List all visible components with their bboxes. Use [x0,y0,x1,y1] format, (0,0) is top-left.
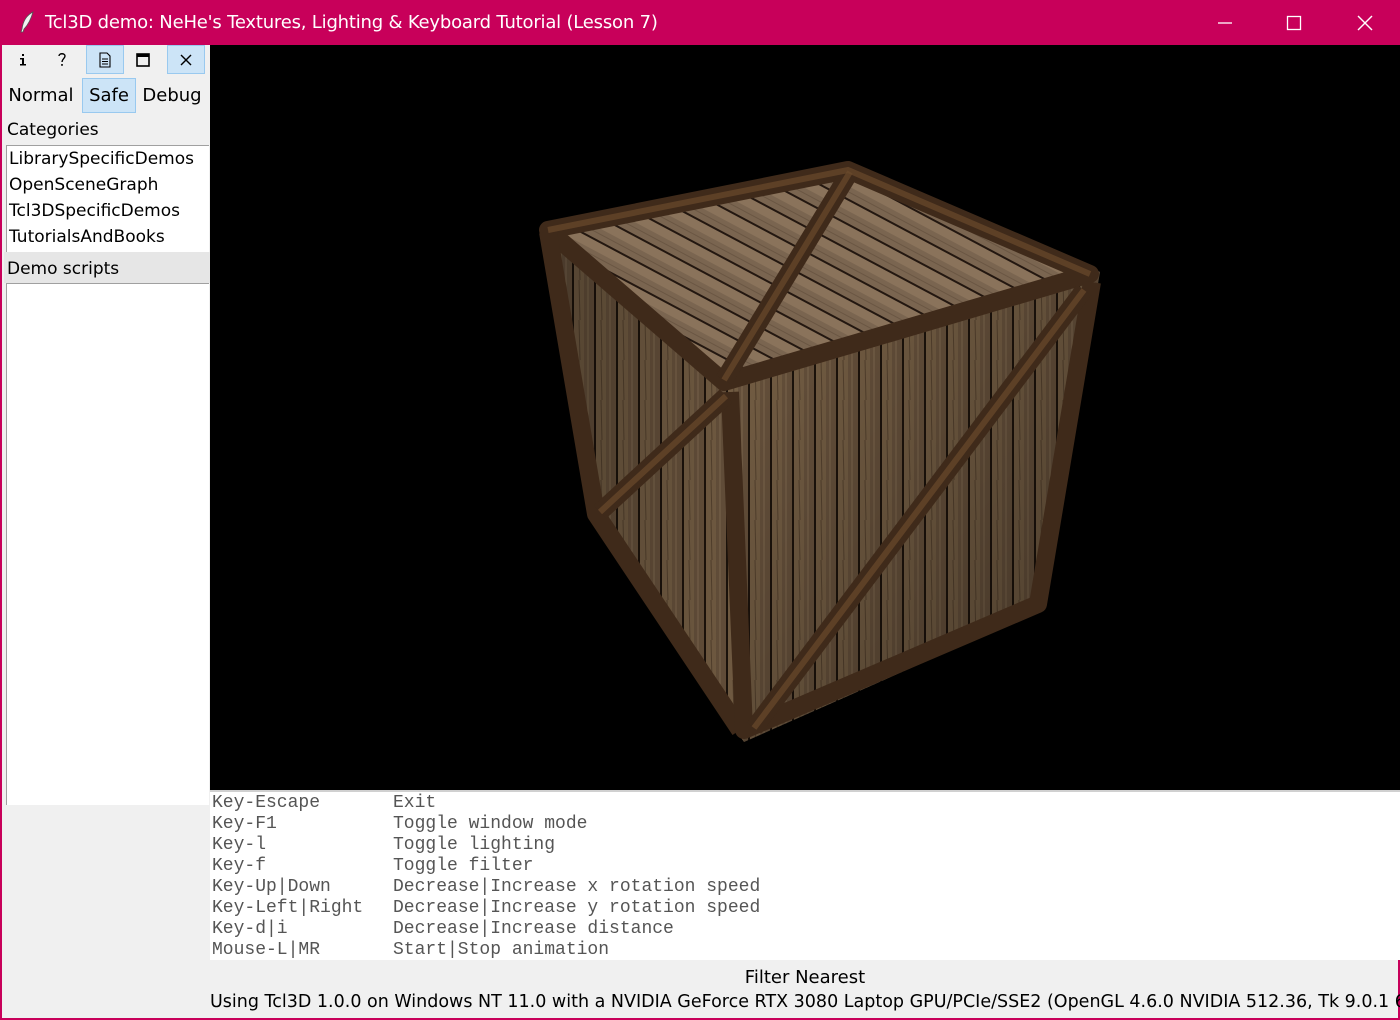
feather-icon [20,11,34,33]
window-mode-button[interactable] [124,45,162,74]
key-name: Key-F1 [212,814,277,834]
key-bindings-panel[interactable]: Key-Escape Exit Key-F1 Toggle window mode … [210,790,1400,960]
maximize-icon [1286,15,1302,30]
mode-debug-button[interactable]: Debug [136,78,208,113]
document-button[interactable] [86,45,124,74]
key-name: Key-Left|Right [212,898,364,918]
toolbar [4,45,210,75]
minimize-icon [1218,21,1232,24]
categories-list[interactable]: LibrarySpecificDemos OpenSceneGraph Tcl3… [6,145,209,252]
key-description: Toggle lighting [393,835,556,855]
sidebar: Normal Safe Debug Categories LibrarySpec… [4,45,210,1018]
opengl-viewport[interactable] [210,45,1400,790]
key-name: Key-Up|Down [212,877,331,897]
maximize-button[interactable] [1259,0,1329,45]
demo-scripts-label: Demo scripts [7,259,120,279]
filter-status: Filter Nearest [744,967,866,988]
key-description: Toggle filter [393,856,534,876]
close-icon [1357,15,1373,30]
key-description: Decrease|Increase distance [393,919,674,939]
key-description: Start|Stop animation [393,940,610,960]
close-icon [180,54,192,65]
info-icon [20,53,26,65]
document-icon [99,51,111,68]
categories-label: Categories [7,120,99,140]
key-description: Toggle window mode [393,814,588,834]
info-button[interactable] [4,45,42,74]
minimize-button[interactable] [1190,0,1260,45]
window-icon [136,52,150,67]
close-demo-button[interactable] [167,45,205,74]
version-status: Using Tcl3D 1.0.0 on Windows NT 11.0 wit… [210,992,1400,1012]
key-description: Decrease|Increase x rotation speed [393,877,761,897]
title-bar[interactable]: Tcl3D demo: NeHe's Textures, Lighting & … [2,0,1400,45]
close-window-button[interactable] [1330,0,1400,45]
mode-normal-button[interactable]: Normal [4,78,78,113]
demo-scripts-list[interactable] [6,283,209,805]
list-item[interactable]: OpenSceneGraph [7,172,209,198]
app-window: Tcl3D demo: NeHe's Textures, Lighting & … [0,0,1400,1020]
key-name: Key-f [212,856,267,876]
key-name: Key-l [212,835,267,855]
key-description: Exit [393,793,437,813]
key-name: Key-d|i [212,919,288,939]
help-icon [58,52,66,66]
textured-crate [539,161,1101,742]
list-item[interactable]: TutorialsAndBooks [7,224,209,250]
key-name: Key-Escape [212,793,321,813]
mode-selector: Normal Safe Debug [4,78,210,113]
key-name: Mouse-L|MR [212,940,321,960]
mode-safe-button[interactable]: Safe [82,78,136,113]
list-item[interactable]: Tcl3DSpecificDemos [7,198,209,224]
window-title: Tcl3D demo: NeHe's Textures, Lighting & … [45,12,658,33]
list-item[interactable]: LibrarySpecificDemos [7,146,209,172]
help-button[interactable] [43,45,81,74]
key-description: Decrease|Increase y rotation speed [393,898,761,918]
